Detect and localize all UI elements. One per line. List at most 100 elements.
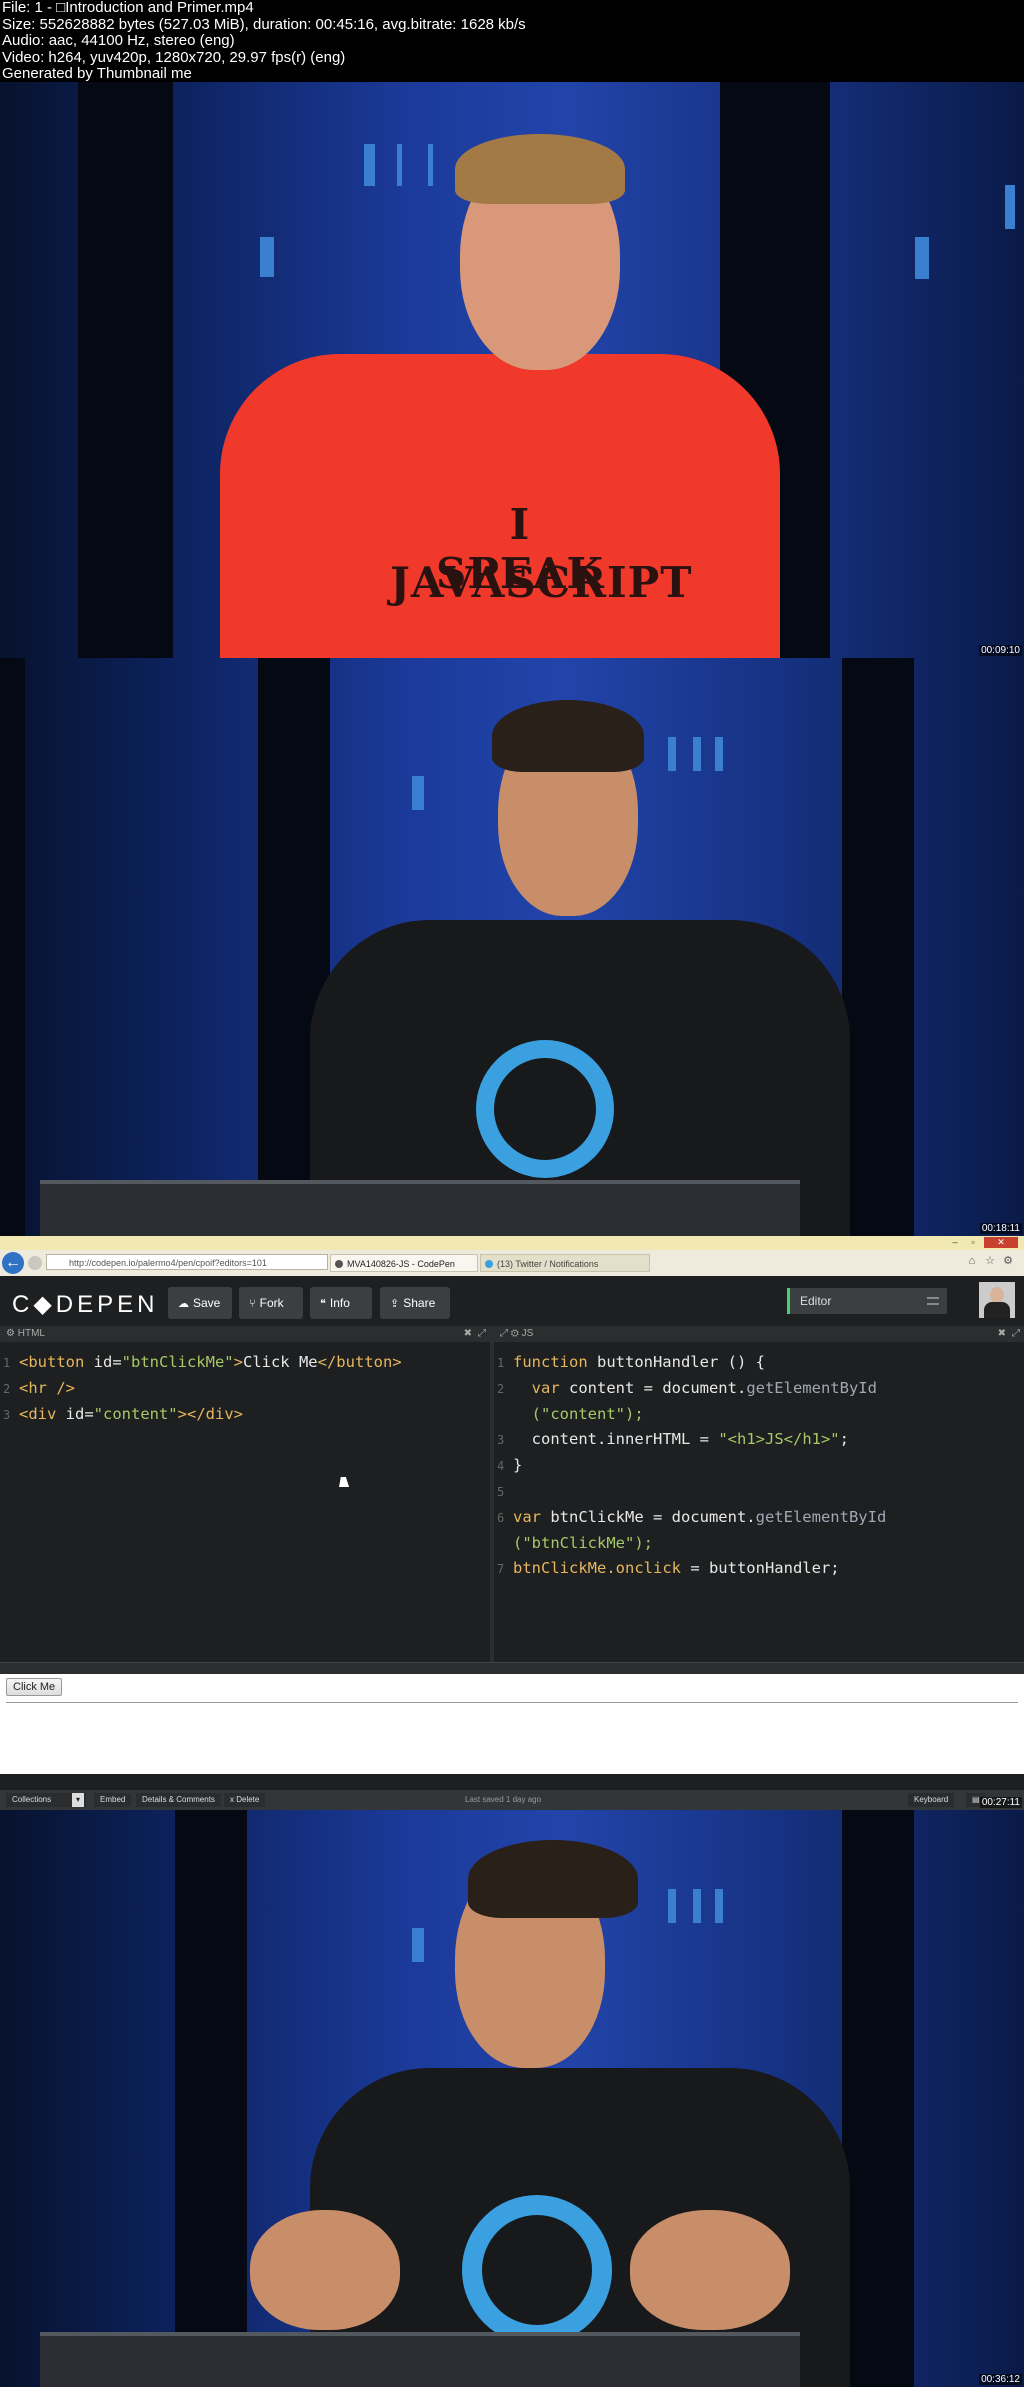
code-line: 1 function buttonHandler () {: [494, 1350, 1024, 1376]
delete-button[interactable]: x Delete: [224, 1793, 266, 1807]
codepen-logo[interactable]: C◆DEPEN: [12, 1290, 158, 1319]
tab-codepen[interactable]: MVA140826-JS - CodePen: [330, 1254, 478, 1272]
avatar-body: [984, 1302, 1010, 1318]
user-avatar[interactable]: [979, 1282, 1015, 1318]
keyboard-button[interactable]: Keyboard: [908, 1793, 955, 1807]
js-editor-pane[interactable]: ⤢ ⚙ JS ✖ ⤢ 1 function buttonHandler () { …: [494, 1326, 1024, 1662]
code-line: 1 <button id="btnClickMe">Click Me</butto…: [0, 1350, 490, 1376]
code-token: innerHTML: [606, 1430, 691, 1448]
code-token: "content": [93, 1405, 178, 1423]
save-button[interactable]: ☁ Save: [168, 1287, 232, 1319]
studio-pillar: [175, 1810, 247, 2387]
audio-info: Audio: aac, 44100 Hz, stereo (eng): [2, 32, 235, 49]
code-line: 3 <div id="content"></div>: [0, 1402, 490, 1428]
expand-icon[interactable]: ⤢: [478, 1326, 486, 1342]
backdrop-bar: [364, 144, 375, 186]
twitter-favicon-icon: [485, 1260, 493, 1268]
expand-left-icon[interactable]: ⤢: [500, 1328, 511, 1339]
presenter-hair: [468, 1840, 638, 1918]
backdrop-bar: [412, 776, 424, 810]
code-token: >: [233, 1353, 243, 1371]
click-me-button[interactable]: Click Me: [6, 1678, 63, 1696]
timestamp: 00:18:11: [979, 1223, 1022, 1234]
favorites-star-icon[interactable]: ☆: [984, 1255, 996, 1267]
back-arrow-icon[interactable]: ←: [2, 1252, 24, 1274]
embed-button[interactable]: Embed: [94, 1793, 132, 1807]
gear-icon[interactable]: ⚙: [511, 1328, 522, 1339]
collections-select[interactable]: Collections ▾: [6, 1793, 86, 1807]
fork-button[interactable]: ⑂ Fork: [239, 1287, 303, 1319]
code-line: 2 var content = document.getElementById: [494, 1376, 1024, 1402]
backdrop-bar: [668, 1889, 676, 1923]
js-code[interactable]: 1 function buttonHandler () { 2 var conte…: [494, 1350, 1024, 1582]
tab-codepen-label: MVA140826-JS - CodePen: [347, 1259, 455, 1269]
studio-monitor: [40, 2332, 800, 2387]
chevron-down-icon: ▾: [72, 1793, 84, 1807]
address-bar[interactable]: http://codepen.io/palermo4/pen/cpoif?edi…: [46, 1254, 328, 1270]
code-token: var: [513, 1379, 560, 1397]
info-icon: ❝: [320, 1298, 326, 1310]
html-code[interactable]: 1 <button id="btnClickMe">Click Me</butto…: [0, 1350, 490, 1428]
code-token: Click Me: [242, 1353, 318, 1371]
codepen-frame: – ▫ ✕ ← http://codepen.io/palermo4/pen/c…: [0, 1236, 1024, 1810]
timestamp: 00:36:12: [979, 2374, 1022, 2385]
share-button[interactable]: ⇪ Share: [380, 1287, 450, 1319]
collections-label: Collections: [12, 1795, 52, 1804]
save-label: Save: [193, 1296, 221, 1310]
video-frame-1: I SPEAK JAVASCRIPT 00:09:10: [0, 82, 1024, 658]
code-token: content.: [513, 1430, 607, 1448]
line-number: 3: [3, 1408, 11, 1422]
code-line: 6 var btnClickMe = document.getElementByI…: [494, 1505, 1024, 1531]
line-number: 7: [497, 1562, 505, 1576]
backdrop-bar: [260, 237, 274, 277]
code-token: <button: [19, 1353, 85, 1371]
line-number: 5: [497, 1485, 505, 1499]
editor-view-label: Editor: [800, 1294, 832, 1308]
code-token: var: [513, 1508, 541, 1526]
expand-icon[interactable]: ⤢: [1012, 1326, 1020, 1342]
presenter-left-hand: [250, 2210, 400, 2330]
gear-icon[interactable]: ⚙: [6, 1328, 18, 1339]
close-icon[interactable]: ✕: [984, 1237, 1018, 1248]
code-line: ("content");: [494, 1402, 1024, 1427]
code-token: getElementById: [746, 1379, 877, 1397]
menu-lines-icon: [927, 1297, 939, 1305]
studio-pillar: [842, 1810, 914, 2387]
studio-pillar: [78, 82, 173, 658]
collapse-icon[interactable]: ✖: [464, 1326, 472, 1342]
generator-info: Generated by Thumbnail me: [2, 65, 192, 82]
cloud-icon: ☁: [178, 1298, 189, 1310]
info-button[interactable]: ❝ Info: [310, 1287, 372, 1319]
cortana-logo-ring: [462, 2195, 612, 2345]
editor-view-select[interactable]: Editor: [787, 1288, 947, 1314]
home-icon[interactable]: ⌂: [966, 1255, 978, 1267]
forward-arrow-icon[interactable]: [28, 1256, 42, 1270]
code-token: function: [513, 1353, 588, 1371]
fork-label: Fork: [259, 1296, 284, 1310]
collapse-icon[interactable]: ✖: [998, 1326, 1006, 1342]
video-frame-4: 00:36:12: [0, 1810, 1024, 2387]
line-number: 6: [497, 1511, 505, 1525]
result-preview: Click Me: [0, 1674, 1024, 1774]
code-token: btnClickMe.: [513, 1559, 616, 1577]
line-number: 2: [497, 1382, 505, 1396]
maximize-icon[interactable]: ▫: [966, 1237, 980, 1248]
cortana-logo-ring: [476, 1040, 614, 1178]
tab-twitter[interactable]: (13) Twitter / Notifications: [480, 1254, 650, 1272]
code-token: "btnClickMe": [121, 1353, 234, 1371]
line-number: 4: [497, 1459, 505, 1473]
code-token: content = document.: [559, 1379, 747, 1397]
html-editor-pane[interactable]: ⚙ HTML ✖ ⤢ 1 <button id="btnClickMe">Clic…: [0, 1326, 490, 1662]
fork-icon: ⑂: [249, 1298, 256, 1310]
browser-chrome: – ▫ ✕ ← http://codepen.io/palermo4/pen/c…: [0, 1236, 1024, 1276]
code-token: }: [513, 1456, 523, 1474]
browser-title-strip: – ▫ ✕: [0, 1236, 1024, 1250]
details-comments-button[interactable]: Details & Comments: [136, 1793, 221, 1807]
code-line: 3 content.innerHTML = "<h1>JS</h1>";: [494, 1427, 1024, 1453]
settings-gear-icon[interactable]: ⚙: [1002, 1255, 1014, 1267]
avatar-head: [990, 1287, 1004, 1303]
horizontal-rule: [6, 1702, 1018, 1703]
code-token: "<h1>JS</h1>": [718, 1430, 840, 1448]
minimize-icon[interactable]: –: [948, 1237, 962, 1248]
code-line: 7 btnClickMe.onclick = buttonHandler;: [494, 1556, 1024, 1582]
